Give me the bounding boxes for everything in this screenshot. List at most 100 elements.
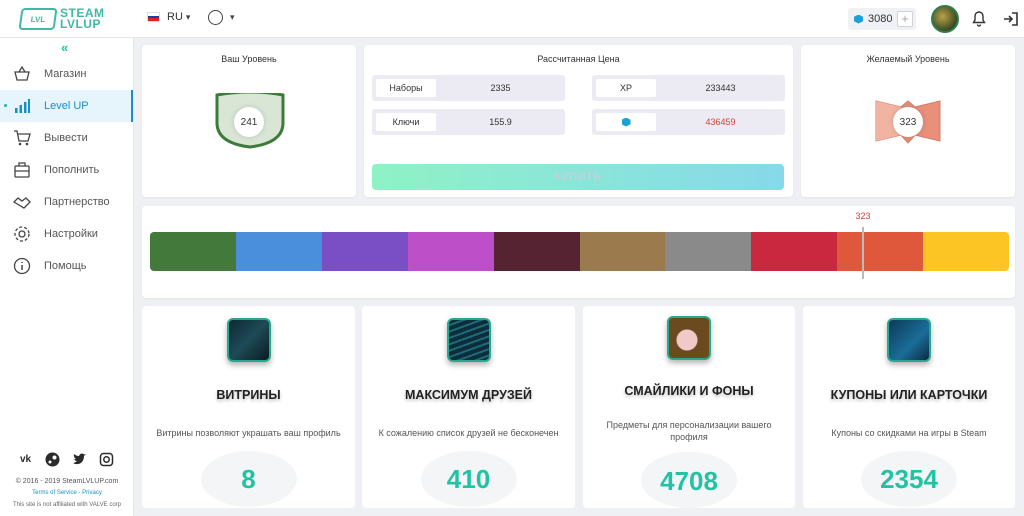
terms-link[interactable]: Terms of Service - Privacy <box>0 490 134 496</box>
collapse-sidebar-icon[interactable]: « <box>61 40 68 55</box>
sidebar-item-settings[interactable]: Настройки <box>0 218 134 250</box>
app: LVL STEAM LVLUP RU ▾ ▾ 3080 + « Магазин … <box>0 0 1024 516</box>
sets-label: Наборы <box>376 79 436 97</box>
logout-icon[interactable] <box>1003 11 1019 27</box>
friends-image <box>446 318 491 362</box>
russia-flag-icon <box>147 12 160 22</box>
coupon-image <box>887 318 931 362</box>
sidebar-item-label: Помощь <box>44 260 87 272</box>
logo-mark: LVL <box>18 8 58 30</box>
sidebar: « Магазин Level UP Вывести Пополнить Пар… <box>0 38 134 516</box>
level-scale-segment <box>751 232 838 271</box>
logo-line-2: LVLUP <box>60 17 101 31</box>
gems-value: 436459 <box>705 117 736 127</box>
card-title: КУПОНЫ ИЛИ КАРТОЧКИ <box>830 388 988 402</box>
bell-icon[interactable] <box>972 11 986 27</box>
card-title: ВИТРИНЫ <box>216 388 281 402</box>
gem-icon <box>854 14 863 24</box>
add-funds-button[interactable]: + <box>897 11 913 27</box>
instagram-icon[interactable] <box>99 452 114 467</box>
current-level-value: 241 <box>234 107 264 137</box>
balance-value: 3080 <box>868 13 893 25</box>
language-selector[interactable]: RU ▾ <box>147 11 190 23</box>
level-scale-panel: 323 <box>142 206 1015 298</box>
keys-value: 155.9 <box>489 117 512 127</box>
gem-balance: 3080 + <box>848 8 916 30</box>
sidebar-nav: Магазин Level UP Вывести Пополнить Партн… <box>0 58 134 282</box>
level-slider-handle[interactable] <box>861 227 864 279</box>
level-marker-label: 323 <box>855 211 871 221</box>
stat-card-friends: МАКСИМУМ ДРУЗЕЙ К сожалению список друзе… <box>362 306 575 508</box>
level-scale-segment <box>665 232 752 271</box>
level-scale-segment <box>493 232 580 271</box>
desired-level-panel: Желаемый Уровень 323 <box>801 45 1015 197</box>
emoticon-image <box>667 316 711 360</box>
stat-card-coupons: КУПОНЫ ИЛИ КАРТОЧКИ Купоны со скидками н… <box>803 306 1015 508</box>
current-level-panel: Ваш Уровень 241 <box>142 45 356 197</box>
info-icon <box>13 257 31 275</box>
level-color-scale[interactable] <box>150 232 1009 271</box>
xp-label: XP <box>596 79 656 97</box>
shop-basket-icon <box>14 65 30 81</box>
handshake-icon <box>13 197 31 209</box>
sidebar-item-help[interactable]: Помощь <box>0 250 134 282</box>
calculated-price-panel: Рассчитанная Цена Наборы 2335 XP 233443 … <box>364 45 793 197</box>
sidebar-item-label: Магазин <box>44 68 87 80</box>
sets-field: Наборы 2335 <box>372 75 565 101</box>
sidebar-item-shop[interactable]: Магазин <box>0 58 134 90</box>
xp-value: 233443 <box>705 83 736 93</box>
card-title: СМАЙЛИКИ И ФОНЫ <box>624 384 754 398</box>
language-code: RU <box>167 11 183 23</box>
level-scale-segment <box>150 232 236 271</box>
card-description: Витрины позволяют украшать ваш профиль <box>156 428 341 438</box>
sidebar-item-partnership[interactable]: Партнерство <box>0 186 134 218</box>
chevron-down-icon: ▾ <box>185 11 191 22</box>
steam-icon[interactable] <box>45 452 60 467</box>
chevron-down-icon: ▾ <box>230 12 235 22</box>
card-description: Купоны со скидками на игры в Steam <box>831 428 987 438</box>
level-scale-segment <box>235 232 322 271</box>
level-scale-segment <box>579 232 666 271</box>
logo-text: STEAM LVLUP <box>60 7 105 31</box>
card-title: МАКСИМУМ ДРУЗЕЙ <box>405 388 532 402</box>
showcase-image <box>226 318 271 362</box>
gem-icon <box>621 117 631 127</box>
twitter-icon[interactable] <box>72 452 87 467</box>
wallet-icon <box>14 162 30 178</box>
gems-field: 436459 <box>592 109 785 135</box>
card-description: К сожалению список друзей не бесконечен <box>378 428 559 438</box>
stat-card-emoticons: СМАЙЛИКИ И ФОНЫ Предметы для персонализа… <box>583 306 795 508</box>
vk-icon[interactable]: vk <box>18 452 33 467</box>
level-scale-segment <box>321 232 408 271</box>
disclaimer: This site is not affiliated with VALVE c… <box>12 502 122 508</box>
card-value: 4708 <box>660 466 718 496</box>
gear-icon <box>14 226 30 242</box>
gems-label <box>596 113 656 131</box>
avatar[interactable] <box>931 5 959 33</box>
sidebar-item-label: Партнерство <box>44 196 110 208</box>
level-scale-segment <box>923 232 1009 271</box>
price-title: Рассчитанная Цена <box>537 54 620 64</box>
level-scale-segment <box>837 232 924 271</box>
card-value: 410 <box>446 464 491 494</box>
currency-selector[interactable]: ▾ <box>208 10 235 25</box>
buy-button[interactable]: КУПИТЬ <box>372 164 784 190</box>
copyright: © 2016 - 2019 SteamLVLUP.com <box>15 478 119 485</box>
top-bar: LVL STEAM LVLUP RU ▾ ▾ 3080 + <box>0 0 1024 38</box>
sets-value: 2335 <box>490 83 511 93</box>
stat-card-showcases: ВИТРИНЫ Витрины позволяют украшать ваш п… <box>142 306 355 508</box>
circle-icon <box>208 10 223 25</box>
keys-label: Ключи <box>376 113 436 131</box>
level-scale-segment <box>407 232 494 271</box>
desired-level-value: 323 <box>893 107 923 137</box>
bar-chart-icon <box>15 99 30 113</box>
xp-field: XP 233443 <box>592 75 785 101</box>
sidebar-item-withdraw[interactable]: Вывести <box>0 122 134 154</box>
current-level-title: Ваш Уровень <box>221 54 277 64</box>
logo[interactable]: LVL STEAM LVLUP <box>18 5 112 33</box>
sidebar-item-deposit[interactable]: Пополнить <box>0 154 134 186</box>
desired-level-title: Желаемый Уровень <box>866 54 950 64</box>
sidebar-item-level-up[interactable]: Level UP <box>0 90 133 122</box>
social-links: vk <box>18 452 114 467</box>
cart-withdraw-icon <box>14 130 31 146</box>
